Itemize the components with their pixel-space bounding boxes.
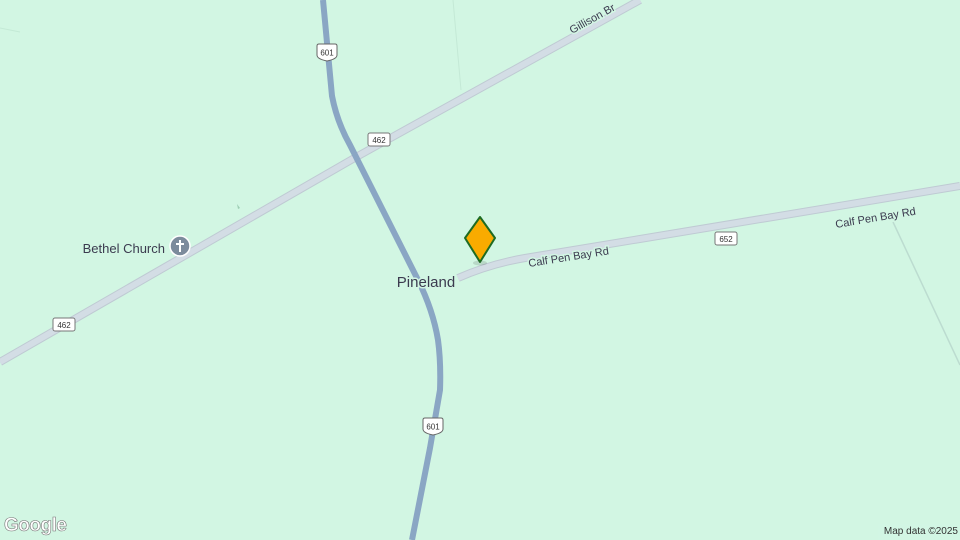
bethel-church-poi[interactable]: Bethel Church bbox=[81, 235, 191, 258]
route-462-shield-bottom-label: 462 bbox=[57, 321, 71, 330]
map-layer: 601 601 462 462 652 Gillison Br Calf Pen… bbox=[0, 0, 960, 540]
pineland-place-label: Pineland bbox=[397, 274, 455, 291]
map-canvas[interactable]: 601 601 462 462 652 Gillison Br Calf Pen… bbox=[0, 0, 960, 540]
google-logo[interactable]: Google bbox=[4, 515, 68, 537]
terrain-line bbox=[452, 0, 462, 91]
route-652-shield-label: 652 bbox=[719, 235, 733, 244]
route-462-shield-top-label: 462 bbox=[372, 136, 386, 145]
us-601-highway[interactable] bbox=[320, 0, 444, 540]
map-attribution[interactable]: Map data ©2025 bbox=[877, 524, 960, 540]
calf-pen-bay-rd-label-far: Calf Pen Bay Rd bbox=[835, 206, 917, 231]
location-marker-icon[interactable] bbox=[464, 216, 496, 266]
terrain-feature bbox=[237, 204, 240, 209]
route-462-shield-bottom: 462 bbox=[52, 317, 76, 332]
route-652-shield: 652 bbox=[714, 231, 738, 246]
us-601-shield-top-label: 601 bbox=[320, 49, 334, 58]
bethel-church-label: Bethel Church bbox=[83, 241, 165, 256]
us-601-shield-bottom-label: 601 bbox=[426, 423, 440, 432]
terrain-line bbox=[892, 221, 960, 366]
terrain-line bbox=[0, 27, 21, 33]
route-462-shield-top: 462 bbox=[367, 132, 391, 147]
us-601-shield-top: 601 bbox=[316, 43, 338, 62]
us-601-shield-bottom: 601 bbox=[422, 417, 444, 436]
